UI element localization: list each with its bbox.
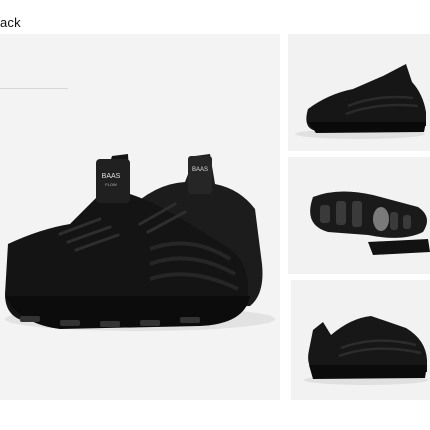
shoe-angle-image [304, 316, 428, 385]
tongue-logo-sub: FLOW [105, 182, 117, 187]
shoe-side-image [295, 64, 426, 139]
thumbnail-angle-view[interactable] [291, 280, 430, 400]
product-color-title: ack [0, 15, 21, 30]
thumbnail-side-view[interactable] [288, 34, 430, 151]
tongue-logo-front: BAAS [102, 173, 121, 180]
thumbnail-sole-view[interactable] [288, 157, 430, 274]
divider-line [0, 88, 68, 89]
tongue-logo-back: BAAS [192, 167, 208, 173]
main-product-image[interactable]: BAAS BAAS FLOW [0, 34, 280, 400]
shoe-sole-image [310, 191, 430, 255]
